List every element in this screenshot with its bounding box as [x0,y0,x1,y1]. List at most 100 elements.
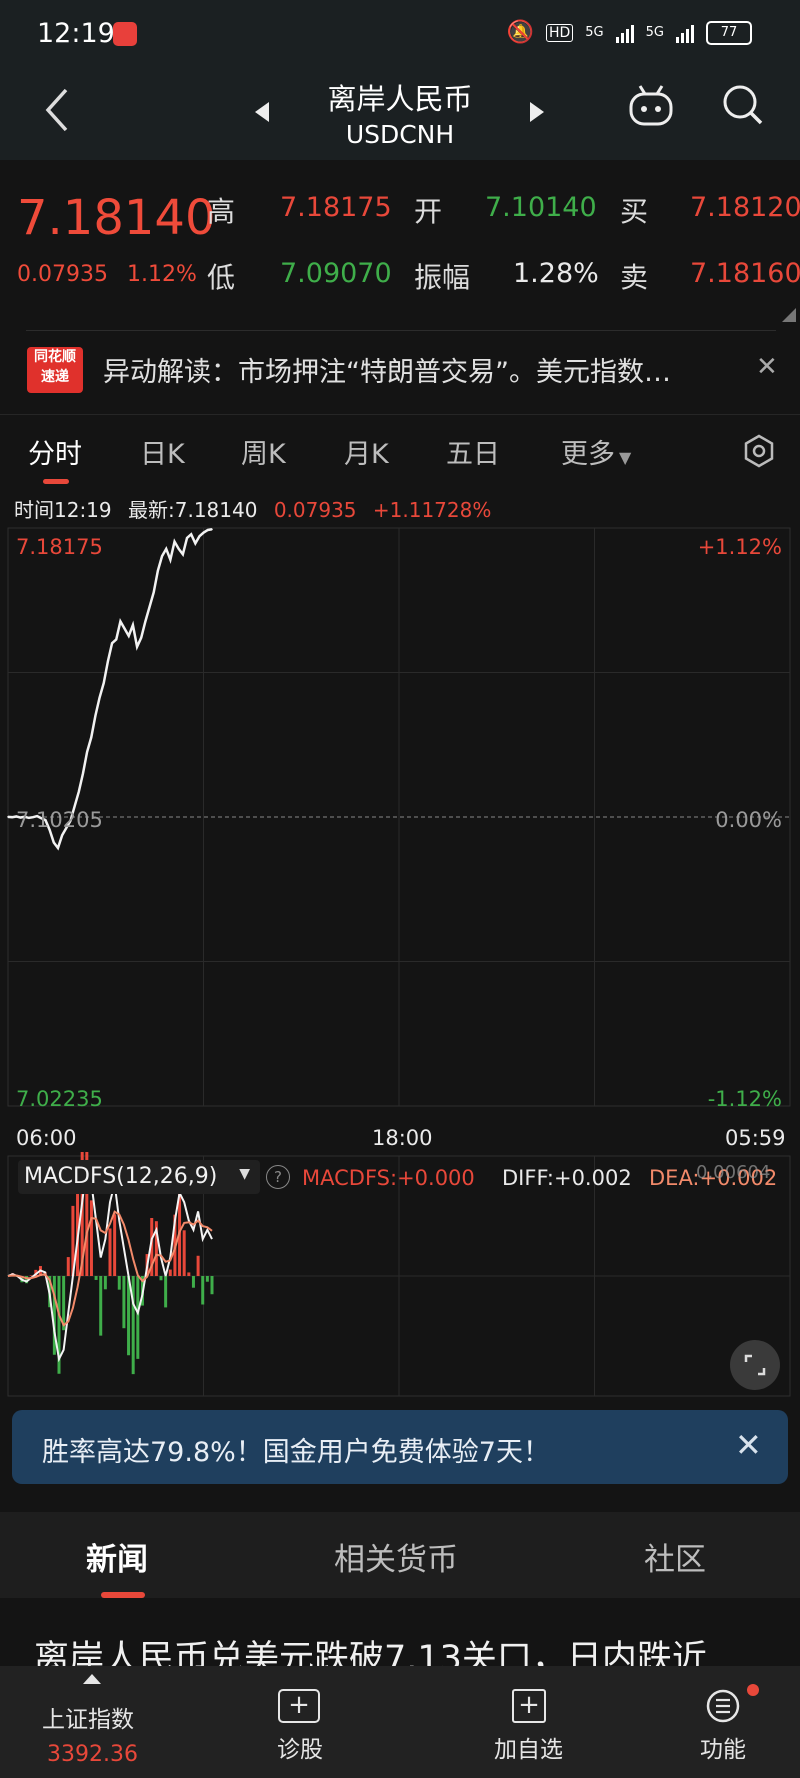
y-bottom-label: 7.02235 [16,1087,103,1111]
hd-badge: HD [545,23,574,42]
chart-change-pct: +1.11728% [372,498,492,522]
divider [26,330,776,331]
price-point [82,772,84,775]
chevron-down-icon: ▼ [239,1166,250,1182]
price-point [90,736,93,739]
add-watchlist-icon[interactable]: + [512,1689,546,1723]
price-point [136,645,138,648]
price-point [140,636,143,639]
price-point [77,790,80,793]
expand-corner-icon[interactable] [782,308,796,322]
price-point [11,816,13,818]
network-label: 5G [585,25,604,40]
price-point [111,642,113,644]
diagnose-icon[interactable]: + [278,1689,320,1723]
high-label: 高 [207,195,236,228]
nav-index-label[interactable]: 上证指数 [42,1700,134,1734]
tab-daily-k[interactable]: 日K [140,432,185,471]
pct-top-label: +1.12% [697,535,782,559]
chart-time: 时间12:19 [14,498,112,522]
news-logo-line2: 速递 [41,369,69,385]
help-icon[interactable]: ? [266,1165,290,1189]
y-top-label: 7.18175 [16,535,103,559]
signal2-icon [676,23,694,43]
price-point [132,624,134,626]
open-label: 开 [414,195,443,228]
price-point [52,841,55,844]
tab-more[interactable]: 更多 ▼ [561,432,631,471]
price-series-line [7,528,213,851]
price-point [144,620,147,623]
intraday-chart[interactable] [0,520,800,1120]
sell-value: 7.18160 [690,258,800,289]
price-point [198,535,201,537]
price-point [123,627,126,630]
price-point [86,751,88,753]
price-point [7,816,9,818]
close-icon[interactable]: ✕ [756,352,778,382]
fullscreen-button[interactable] [730,1340,780,1390]
chart-info-bar: 时间12:19 最新:7.18140 0.07935 +1.11728% [14,494,491,523]
price-point [177,548,180,550]
price-point [207,529,209,531]
x-label-end: 05:59 [725,1126,786,1150]
chart-latest: 最新:7.18140 [128,498,258,522]
news-logo-line1: 同花顺 [34,349,76,365]
fullscreen-icon [744,1354,766,1376]
nav-diagnose[interactable]: 诊股 [277,1730,323,1764]
price-point [57,847,59,849]
amplitude-value: 1.28% [513,258,599,289]
page-title: 离岸人民币 [327,82,473,116]
close-icon[interactable]: ✕ [735,1426,762,1464]
y-mid-label: 7.10205 [16,808,103,832]
symbol-code: USDCNH [345,120,455,149]
low-label: 低 [207,261,236,294]
news-banner-text[interactable]: 异动解读：市场押注“特朗普交易”。美元指数… [103,350,671,389]
menu-icon[interactable] [705,1688,741,1724]
divider [0,414,800,415]
macd-indicator-select[interactable]: MACDFS(12,26,9) ▼ [18,1160,260,1194]
dropdown-icon: ▼ [619,448,632,467]
buy-value: 7.18120 [690,192,800,223]
sell-label: 卖 [620,261,649,294]
macd-label: MACDFS(12,26,9) [24,1164,218,1189]
amplitude-label: 振幅 [414,261,471,294]
tab-news[interactable]: 新闻 [86,1534,148,1579]
nav-add-watchlist[interactable]: 加自选 [494,1730,563,1764]
tab-monthly-k[interactable]: 月K [344,432,389,471]
current-price: 7.18140 [17,190,216,246]
price-point [119,620,122,623]
tab-five-day[interactable]: 五日 [446,432,500,471]
tab-more-label: 更多 [561,439,615,470]
pct-bottom-label: -1.12% [707,1087,782,1111]
price-point [152,591,155,594]
price-point [127,635,130,637]
bell-muted-icon: 🔕 [506,20,534,45]
status-icons: 🔕 HD 5G 5G 77 [507,20,752,45]
price-change: 0.07935 [17,262,108,287]
tab-fenshi[interactable]: 分时 [28,432,82,471]
settings-icon[interactable] [742,434,776,468]
price-point [211,528,213,531]
price-point [107,660,109,663]
pct-mid-label: 0.00% [715,808,782,832]
promo-text[interactable]: 胜率高达79.8%！国金用户免费体验7天！ [42,1430,550,1469]
robot-icon[interactable] [626,80,676,132]
price-point [102,682,105,684]
price-point [73,805,76,808]
next-symbol-icon[interactable] [528,100,546,124]
active-section-indicator [101,1592,145,1598]
tab-community[interactable]: 社区 [644,1534,706,1579]
app-notification-icon [113,22,137,46]
price-point [202,531,205,534]
nav-functions[interactable]: 功能 [700,1730,746,1764]
search-icon[interactable] [720,82,766,128]
price-point [157,569,159,572]
tab-related-currency[interactable]: 相关货币 [334,1534,458,1579]
status-bar: 12:19 🔕 HD 5G 5G 77 [0,0,800,66]
tab-weekly-k[interactable]: 周K [241,432,286,471]
price-point [173,540,176,543]
open-value: 7.10140 [485,192,597,223]
active-tab-indicator [43,479,69,484]
macdfs-value: MACDFS:+0.000 [302,1166,475,1190]
